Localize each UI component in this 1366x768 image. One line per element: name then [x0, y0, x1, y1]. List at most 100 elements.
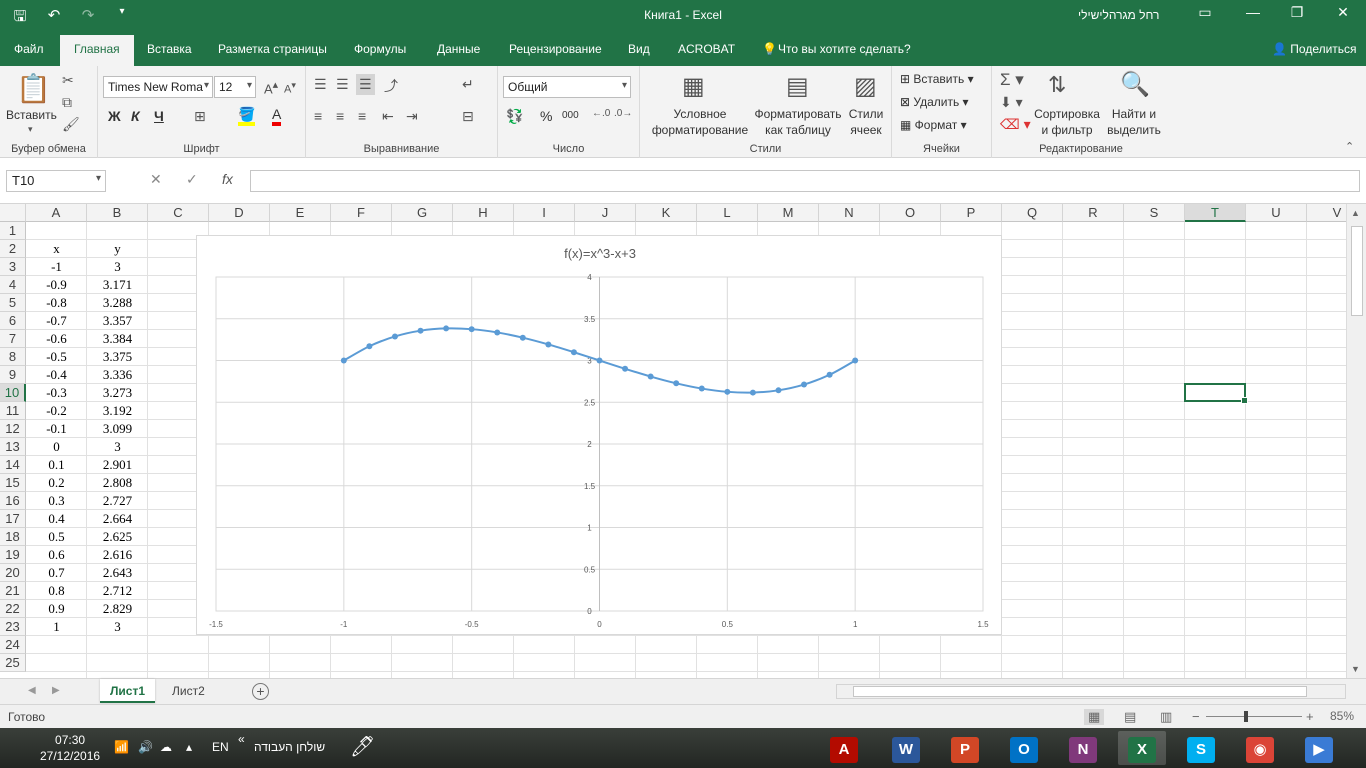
- cell-A9[interactable]: -0.4: [26, 366, 87, 384]
- increase-decimal-icon[interactable]: ←.0: [592, 108, 610, 119]
- cell-styles-icon[interactable]: ▨: [854, 72, 877, 101]
- column-header[interactable]: D: [209, 204, 270, 222]
- zoom-in-button[interactable]: +: [1306, 709, 1314, 724]
- cell-A18[interactable]: 0.5: [26, 528, 87, 546]
- formula-input[interactable]: [250, 170, 1360, 192]
- cell-A4[interactable]: -0.9: [26, 276, 87, 294]
- undo-icon[interactable]: ↶: [44, 6, 64, 31]
- taskbar-outlook-icon[interactable]: O: [1000, 731, 1048, 765]
- column-header[interactable]: V: [1307, 204, 1346, 222]
- cell-A15[interactable]: 0.2: [26, 474, 87, 492]
- row-header[interactable]: 10: [0, 384, 26, 402]
- wrap-text-icon[interactable]: ↵: [462, 76, 474, 93]
- tab-review[interactable]: Рецензирование: [509, 42, 602, 56]
- cloud-icon[interactable]: ☁: [160, 740, 172, 754]
- orientation-icon[interactable]: ⤴: [384, 76, 398, 96]
- redo-icon[interactable]: ↷: [78, 6, 98, 31]
- page-layout-view-icon[interactable]: ▤: [1124, 709, 1136, 725]
- chart[interactable]: f(x)=x^3-x+3 0 0.5 1 1.5 2 2.5 3 3.5 4 -1.5 -1 -0.5 0…: [196, 235, 1002, 635]
- cell-A6[interactable]: -0.7: [26, 312, 87, 330]
- selected-cell[interactable]: [1184, 383, 1248, 404]
- conditional-formatting-button[interactable]: Условное форматирование: [644, 106, 756, 138]
- ribbon-display-icon[interactable]: ▭: [1190, 4, 1220, 21]
- row-header[interactable]: 3: [0, 258, 26, 276]
- scroll-up-icon[interactable]: ▲: [1351, 208, 1360, 218]
- column-header[interactable]: S: [1124, 204, 1185, 222]
- zoom-slider[interactable]: [1206, 711, 1302, 722]
- column-header[interactable]: M: [758, 204, 819, 222]
- column-header[interactable]: E: [270, 204, 331, 222]
- select-all-corner[interactable]: [0, 204, 26, 222]
- close-icon[interactable]: ✕: [1328, 4, 1358, 21]
- add-sheet-icon[interactable]: +: [252, 683, 269, 700]
- sheet-tab-1[interactable]: Лист1: [100, 679, 156, 703]
- cell-A3[interactable]: -1: [26, 258, 87, 276]
- insert-cells-button[interactable]: ⊞ Вставить ▾: [900, 72, 974, 86]
- cell-A12[interactable]: -0.1: [26, 420, 87, 438]
- show-hidden-icons[interactable]: ▴: [186, 740, 192, 754]
- column-header[interactable]: N: [819, 204, 880, 222]
- cell-B7[interactable]: 3.384: [87, 330, 148, 348]
- customize-icon[interactable]: ▾: [112, 6, 132, 31]
- currency-icon[interactable]: 💱: [506, 108, 523, 125]
- row-header[interactable]: 9: [0, 366, 26, 384]
- find-select-icon[interactable]: 🔍: [1120, 70, 1150, 99]
- name-box[interactable]: T10: [6, 170, 106, 192]
- cell-B14[interactable]: 2.901: [87, 456, 148, 474]
- clear-icon[interactable]: ⌫ ▾: [1000, 116, 1031, 133]
- cell-B22[interactable]: 2.829: [87, 600, 148, 618]
- desktop-shortcut-icon[interactable]: 🖊: [350, 734, 375, 759]
- taskbar-skype-icon[interactable]: S: [1177, 731, 1225, 765]
- copy-icon[interactable]: ⧉: [62, 94, 72, 111]
- tab-home[interactable]: Главная: [60, 35, 134, 66]
- row-header[interactable]: 5: [0, 294, 26, 312]
- cell-B17[interactable]: 2.664: [87, 510, 148, 528]
- cell-A23[interactable]: 1: [26, 618, 87, 636]
- row-header[interactable]: 1: [0, 222, 26, 240]
- cell-B3[interactable]: 3: [87, 258, 148, 276]
- cell-B18[interactable]: 2.625: [87, 528, 148, 546]
- zoom-level[interactable]: 85%: [1330, 709, 1354, 723]
- prev-sheet-icon[interactable]: ◀: [28, 685, 36, 696]
- cell-B11[interactable]: 3.192: [87, 402, 148, 420]
- cell-A16[interactable]: 0.3: [26, 492, 87, 510]
- cell-B12[interactable]: 3.099: [87, 420, 148, 438]
- tab-formulas[interactable]: Формулы: [354, 42, 406, 56]
- font-name-select[interactable]: Times New Roma: [103, 76, 213, 98]
- sheet-tab-2[interactable]: Лист2: [162, 679, 215, 703]
- fill-color-icon[interactable]: 🪣: [238, 106, 256, 126]
- column-header[interactable]: R: [1063, 204, 1124, 222]
- format-painter-icon[interactable]: 🖌: [62, 116, 80, 133]
- cell-A14[interactable]: 0.1: [26, 456, 87, 474]
- cell-B21[interactable]: 2.712: [87, 582, 148, 600]
- row-header[interactable]: 25: [0, 654, 26, 672]
- cell-A17[interactable]: 0.4: [26, 510, 87, 528]
- font-size-select[interactable]: 12: [214, 76, 256, 98]
- minimize-icon[interactable]: —: [1238, 4, 1268, 20]
- column-header[interactable]: O: [880, 204, 941, 222]
- bold-button[interactable]: Ж: [108, 108, 121, 124]
- volume-icon[interactable]: 🔊: [138, 740, 153, 754]
- taskbar-chrome-icon[interactable]: ◉: [1236, 731, 1284, 765]
- increase-indent-icon[interactable]: ⇥: [406, 108, 418, 125]
- row-header[interactable]: 6: [0, 312, 26, 330]
- normal-view-icon[interactable]: ▦: [1084, 709, 1105, 725]
- cell-A20[interactable]: 0.7: [26, 564, 87, 582]
- font-color-icon[interactable]: A: [272, 106, 282, 126]
- increase-font-icon[interactable]: A▴: [264, 78, 278, 96]
- column-header[interactable]: U: [1246, 204, 1307, 222]
- cell-A19[interactable]: 0.6: [26, 546, 87, 564]
- align-center-icon[interactable]: ≡: [336, 108, 344, 124]
- cell-B4[interactable]: 3.171: [87, 276, 148, 294]
- horizontal-scrollbar[interactable]: [836, 684, 1346, 699]
- align-bottom-icon[interactable]: ☰: [356, 74, 375, 95]
- decrease-font-icon[interactable]: A▾: [284, 80, 296, 96]
- underline-button[interactable]: Ч: [154, 108, 164, 124]
- align-top-icon[interactable]: ☰: [314, 76, 327, 93]
- taskbar-acrobat-icon[interactable]: A: [820, 731, 868, 765]
- column-header[interactable]: L: [697, 204, 758, 222]
- row-header[interactable]: 7: [0, 330, 26, 348]
- page-break-view-icon[interactable]: ▥: [1160, 709, 1172, 725]
- cell-B15[interactable]: 2.808: [87, 474, 148, 492]
- toolbar-expand-icon[interactable]: «: [238, 732, 245, 746]
